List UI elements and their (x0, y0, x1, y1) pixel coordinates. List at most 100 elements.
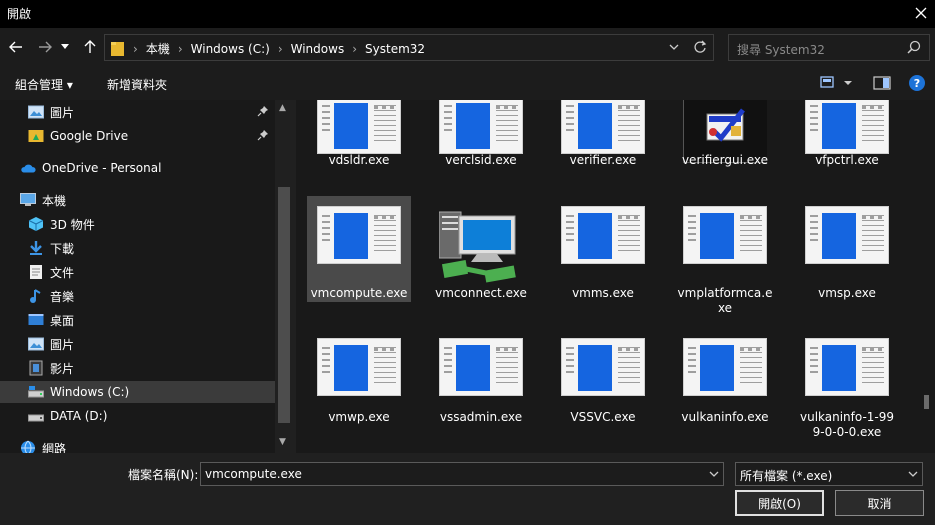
refresh-icon (694, 40, 707, 53)
sidebar-item-desktop[interactable]: 桌面 (0, 309, 275, 331)
sidebar-item-pictures[interactable]: 圖片 (0, 333, 275, 355)
file-name: verifier.exe (569, 153, 637, 167)
scrollbar-thumb[interactable] (278, 187, 290, 423)
file-item[interactable]: vulkaninfo.exe (673, 330, 777, 450)
search-icon (907, 40, 921, 54)
file-item[interactable]: vmwp.exe (307, 330, 411, 450)
up-button[interactable] (79, 36, 101, 58)
organize-button[interactable]: 組合管理 ▾ (15, 76, 73, 93)
chevron-right-icon: › (177, 41, 183, 56)
view-icon (820, 76, 852, 88)
vmconnect-icon (438, 206, 523, 283)
breadcrumb-item-drive-c[interactable]: Windows (C:) (191, 42, 270, 56)
filename-field[interactable]: vmcompute.exe (200, 462, 724, 486)
close-button[interactable] (907, 0, 935, 26)
view-options-button[interactable] (820, 74, 854, 95)
preview-pane-button[interactable] (873, 74, 891, 95)
help-button[interactable]: ? (908, 74, 926, 95)
cancel-button[interactable]: 取消 (835, 490, 924, 516)
file-name: vulkaninfo.exe (681, 410, 769, 424)
arrow-right-icon (39, 41, 52, 53)
file-item[interactable]: vmplatformca.e xe (673, 190, 777, 315)
filetype-select[interactable]: 所有檔案 (*.exe) (735, 462, 923, 486)
chevron-down-icon (61, 44, 69, 49)
refresh-button[interactable] (693, 39, 707, 58)
scroll-up-icon[interactable]: ▲ (279, 103, 286, 113)
file-item[interactable]: vssadmin.exe (429, 330, 533, 450)
sidebar-item-pictures-quick[interactable]: 圖片 (0, 101, 275, 123)
sidebar-item-this-pc[interactable]: 本機 (0, 189, 275, 211)
file-name: vssadmin.exe (439, 410, 523, 424)
file-item[interactable]: vulkaninfo-1-99 9-0-0-0.exe (795, 330, 899, 450)
command-bar: 組合管理 ▾ 新增資料夾 ? (0, 68, 935, 100)
file-item[interactable]: vmcompute.exe (307, 190, 411, 310)
file-name: vmcompute.exe (310, 286, 408, 300)
svg-text:?: ? (914, 77, 920, 90)
scrollbar-thumb[interactable] (924, 395, 929, 409)
sidebar-item-google-drive[interactable]: Google Drive (0, 125, 275, 147)
forward-button[interactable] (34, 36, 56, 58)
recent-locations-button[interactable] (58, 36, 72, 58)
file-name: vdsldr.exe (328, 153, 390, 167)
pin-icon[interactable] (257, 105, 269, 120)
generic-exe-icon (317, 206, 401, 276)
file-item[interactable]: VSSVC.exe (551, 330, 655, 450)
file-name: vfpctrl.exe (815, 153, 879, 167)
dialog-footer: 檔案名稱(N): vmcompute.exe 所有檔案 (*.exe) 開啟(O… (0, 453, 935, 525)
file-name: verifiergui.exe (681, 153, 769, 167)
chevron-right-icon: › (133, 41, 138, 56)
address-history-button[interactable] (669, 39, 679, 58)
generic-exe-icon (561, 206, 645, 276)
file-name: verclsid.exe (445, 153, 517, 167)
breadcrumb-item-system32[interactable]: System32 (365, 42, 425, 56)
desktop-icon (28, 312, 44, 328)
computer-icon (20, 192, 36, 208)
sidebar-item-drive-d[interactable]: DATA (D:) (0, 405, 275, 427)
search-input[interactable]: 搜尋 System32 (737, 41, 825, 58)
sidebar-item-videos[interactable]: 影片 (0, 357, 275, 379)
sidebar-item-music[interactable]: 音樂 (0, 285, 275, 307)
scroll-down-icon[interactable]: ▼ (279, 437, 286, 447)
sidebar-item-onedrive[interactable]: OneDrive - Personal (0, 157, 275, 179)
back-button[interactable] (5, 36, 27, 58)
onedrive-icon (20, 160, 36, 176)
downloads-icon (28, 240, 44, 256)
address-bar[interactable]: › 本機 › Windows (C:) › Windows › System32 (104, 34, 714, 61)
documents-icon (28, 264, 44, 280)
sidebar-item-documents[interactable]: 文件 (0, 261, 275, 283)
sidebar-item-drive-c[interactable]: Windows (C:) (0, 381, 275, 403)
videos-icon (28, 360, 44, 376)
generic-exe-icon (805, 338, 889, 408)
file-grid-scrollbar[interactable] (918, 100, 935, 453)
sidebar-item-network[interactable]: 網路 (0, 437, 275, 453)
preview-pane-icon (873, 76, 891, 90)
filename-input[interactable]: vmcompute.exe (205, 467, 302, 481)
open-button[interactable]: 開啟(O) (735, 490, 824, 516)
generic-exe-icon (683, 338, 767, 408)
filetype-value: 所有檔案 (*.exe) (740, 469, 833, 483)
file-item[interactable]: vmms.exe (551, 190, 655, 310)
file-grid: vdsldr.exe verclsid.exe verifier.exe verifi… (296, 100, 918, 453)
file-item[interactable]: vmconnect.exe (429, 190, 533, 310)
filename-label: 檔案名稱(N): (128, 468, 199, 482)
title-bar: 開啟 (0, 0, 935, 28)
help-icon: ? (909, 75, 925, 91)
sidebar-item-downloads[interactable]: 下載 (0, 237, 275, 259)
breadcrumb-item-windows[interactable]: Windows (291, 42, 345, 56)
file-name: vmwp.exe (328, 410, 390, 424)
chevron-down-icon (669, 44, 679, 50)
sidebar-item-3d-objects[interactable]: 3D 物件 (0, 213, 275, 235)
search-box[interactable]: 搜尋 System32 (728, 34, 930, 61)
chevron-right-icon: › (277, 41, 283, 56)
pictures-icon (28, 336, 44, 352)
music-icon (28, 288, 44, 304)
file-name: vmconnect.exe (435, 286, 527, 300)
generic-exe-icon (683, 206, 767, 276)
3d-objects-icon (28, 216, 44, 232)
pin-icon[interactable] (257, 129, 269, 144)
breadcrumb-item-this-pc[interactable]: 本機 (146, 40, 170, 57)
file-name: vulkaninfo-1-99 9-0-0-0.exe (799, 410, 895, 439)
navigation-pane-scrollbar[interactable]: ▲ ▼ (275, 100, 293, 453)
new-folder-button[interactable]: 新增資料夾 (107, 76, 167, 93)
file-item[interactable]: vmsp.exe (795, 190, 899, 310)
